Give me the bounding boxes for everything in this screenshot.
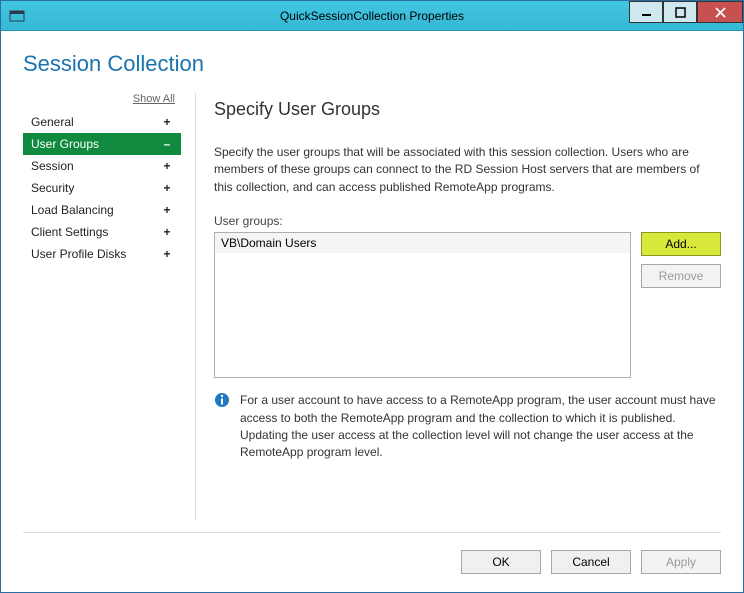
section-description: Specify the user groups that will be ass… (214, 144, 721, 196)
list-label: User groups: (214, 214, 721, 228)
plus-icon: + (161, 247, 173, 261)
close-button[interactable] (697, 1, 743, 23)
page-title: Session Collection (23, 51, 721, 77)
main-panel: Specify User Groups Specify the user gro… (214, 93, 721, 520)
footer: OK Cancel Apply (23, 532, 721, 578)
user-groups-listbox[interactable]: VB\Domain Users (214, 232, 631, 378)
minimize-button[interactable] (629, 1, 663, 23)
nav-client-settings[interactable]: Client Settings+ (23, 221, 181, 243)
plus-icon: + (161, 181, 173, 195)
list-buttons: Add... Remove (641, 232, 721, 378)
nav-user-groups[interactable]: User Groups– (23, 133, 181, 155)
nav-security[interactable]: Security+ (23, 177, 181, 199)
remove-button: Remove (641, 264, 721, 288)
sidebar: Show All General+ User Groups– Session+ … (23, 93, 195, 520)
plus-icon: + (161, 225, 173, 239)
plus-icon: + (161, 115, 173, 129)
show-all-link[interactable]: Show All (23, 93, 181, 111)
ok-button[interactable]: OK (461, 550, 541, 574)
maximize-button[interactable] (663, 1, 697, 23)
info-text: For a user account to have access to a R… (240, 392, 721, 462)
content: Session Collection Show All General+ Use… (1, 31, 743, 592)
add-button[interactable]: Add... (641, 232, 721, 256)
cancel-button[interactable]: Cancel (551, 550, 631, 574)
list-item[interactable]: VB\Domain Users (215, 233, 630, 253)
plus-icon: + (161, 203, 173, 217)
list-row: VB\Domain Users Add... Remove (214, 232, 721, 378)
vertical-divider (195, 93, 196, 520)
minus-icon: – (161, 137, 173, 151)
apply-button: Apply (641, 550, 721, 574)
body: Show All General+ User Groups– Session+ … (23, 93, 721, 520)
info-icon (214, 392, 230, 408)
app-icon (9, 9, 25, 23)
window: QuickSessionCollection Properties Sessio… (0, 0, 744, 593)
window-buttons (629, 1, 743, 23)
plus-icon: + (161, 159, 173, 173)
nav-user-profile-disks[interactable]: User Profile Disks+ (23, 243, 181, 265)
nav-session[interactable]: Session+ (23, 155, 181, 177)
nav: General+ User Groups– Session+ Security+… (23, 111, 181, 265)
nav-general[interactable]: General+ (23, 111, 181, 133)
titlebar: QuickSessionCollection Properties (1, 1, 743, 31)
nav-load-balancing[interactable]: Load Balancing+ (23, 199, 181, 221)
section-heading: Specify User Groups (214, 99, 721, 120)
info-note: For a user account to have access to a R… (214, 392, 721, 462)
